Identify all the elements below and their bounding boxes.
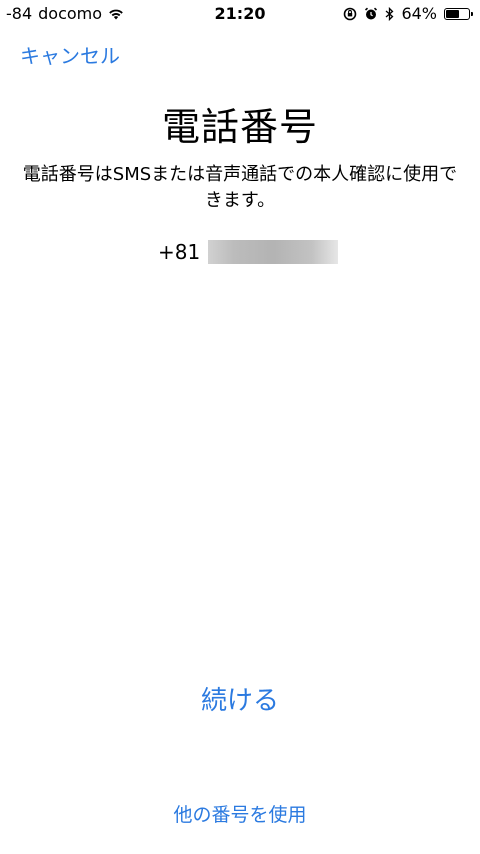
battery-icon: [444, 7, 473, 20]
phone-number-display: +81: [158, 240, 339, 264]
battery-level: [446, 9, 459, 18]
cancel-button[interactable]: キャンセル: [20, 40, 120, 69]
alarm-icon: [364, 7, 378, 21]
phone-number-screen: -84 docomo 21:20 64% キャンセル 電話番号 電話番号はSMS…: [0, 0, 480, 854]
phone-number-masked: [208, 240, 339, 264]
battery-percent: 64%: [401, 4, 437, 23]
rotation-lock-icon: [343, 7, 357, 21]
status-bar: -84 docomo 21:20 64%: [0, 0, 480, 28]
description-text: 電話番号はSMSまたは音声通話での本人確認に使用できます。: [22, 164, 458, 211]
country-code: +81: [158, 240, 201, 264]
use-other-number-button[interactable]: 他の番号を使用: [0, 800, 480, 827]
bluetooth-icon: [385, 6, 394, 21]
continue-button[interactable]: 続ける: [0, 680, 480, 717]
page-title: 電話番号: [161, 105, 318, 149]
status-right: 64%: [343, 4, 473, 23]
